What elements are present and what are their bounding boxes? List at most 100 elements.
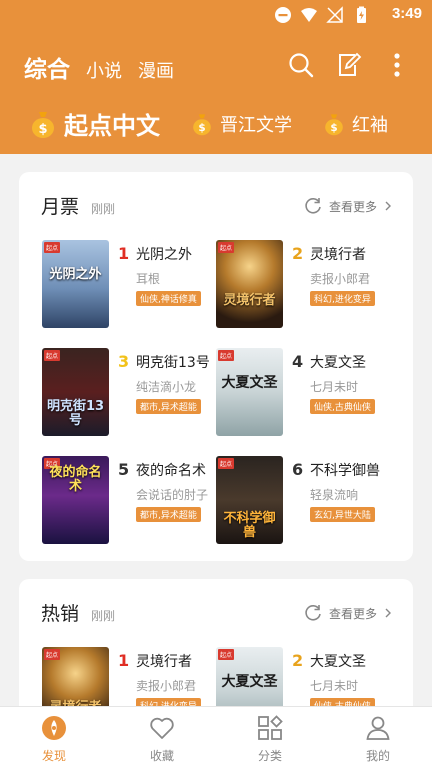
svg-text:$: $ — [330, 122, 337, 134]
cover-badge: 起点 — [218, 242, 235, 253]
source-label: 晋江文学 — [220, 114, 292, 136]
category-tabs: 综合 小说 漫画 — [24, 50, 174, 84]
book-item[interactable]: 起点 大夏文圣 4 大夏文圣 七月未时 仙侠,古典仙侠 — [216, 348, 391, 438]
book-tags: 科幻,进化变异 — [310, 291, 375, 306]
rank-number: 5 — [118, 460, 130, 479]
book-title[interactable]: 大夏文圣 — [310, 352, 366, 372]
book-author: 轻泉流响 — [310, 488, 359, 502]
card-title: 月票 — [41, 196, 80, 218]
book-title[interactable]: 灵境行者 — [310, 244, 366, 264]
status-bar: 3:49 — [0, 0, 432, 30]
bottom-tab-bar: 发现 收藏 分类 我的 — [0, 706, 432, 769]
more-menu-icon[interactable] — [384, 52, 410, 78]
book-author: 七月未时 — [310, 679, 359, 693]
status-icons — [274, 6, 370, 24]
book-title[interactable]: 光阴之外 — [136, 244, 192, 264]
tab-discover[interactable]: 发现 — [0, 707, 108, 769]
cover-badge: 起点 — [44, 649, 61, 660]
book-author: 会说话的肘子 — [136, 488, 209, 502]
cover-title: 明克街13号 — [46, 399, 105, 429]
book-item[interactable]: 起点 不科学御兽 6 不科学御兽 轻泉流响 玄幻,异世大陆 — [216, 456, 391, 546]
tab-novel[interactable]: 小说 — [86, 57, 122, 83]
book-title[interactable]: 灵境行者 — [136, 651, 192, 671]
view-more-button[interactable]: 查看更多 — [303, 603, 393, 623]
book-item[interactable]: 起点 光阴之外 1 光阴之外 耳根 仙侠,神话修真 — [42, 240, 217, 330]
cover-title: 不科学御兽 — [223, 511, 276, 541]
book-tags: 都市,异术超能 — [136, 507, 201, 522]
do-not-disturb-icon — [275, 7, 291, 23]
tab-favorites[interactable]: 收藏 — [108, 707, 216, 769]
cover-title: 夜的命名术 — [49, 465, 102, 495]
money-bag-icon: $ — [193, 113, 211, 135]
no-signal-icon — [326, 6, 343, 23]
rank-number: 1 — [118, 651, 130, 670]
book-tags: 玄幻,异世大陆 — [310, 507, 375, 522]
refresh-icon[interactable] — [303, 603, 323, 623]
wifi-icon — [301, 8, 317, 22]
book-cover[interactable]: 起点 夜的命名术 — [42, 456, 109, 544]
view-more-label: 查看更多 — [328, 199, 377, 214]
tab-all[interactable]: 综合 — [24, 50, 70, 84]
card-header: 热销 刚刚 — [41, 599, 115, 626]
chevron-right-icon — [385, 608, 391, 618]
card-header: 月票 刚刚 — [41, 192, 115, 219]
book-tags: 仙侠,古典仙侠 — [310, 399, 375, 414]
rank-number: 4 — [292, 352, 304, 371]
book-cover[interactable]: 起点 明克街13号 — [42, 348, 109, 436]
book-item[interactable]: 起点 灵境行者 2 灵境行者 卖报小郎君 科幻,进化变异 — [216, 240, 391, 330]
source-label: 起点中文 — [64, 112, 160, 140]
user-icon[interactable] — [365, 715, 391, 741]
discover-icon[interactable] — [41, 715, 67, 741]
book-cover[interactable]: 起点 灵境行者 — [216, 240, 283, 328]
source-label: 红袖 — [352, 114, 388, 136]
rank-number: 2 — [292, 651, 304, 670]
book-title[interactable]: 不科学御兽 — [310, 460, 380, 480]
search-icon[interactable] — [288, 52, 314, 78]
tab-mine[interactable]: 我的 — [324, 707, 432, 769]
book-tags: 都市,异术超能 — [136, 399, 201, 414]
cover-title: 大夏文圣 — [221, 375, 278, 391]
book-item[interactable]: 起点 夜的命名术 5 夜的命名术 会说话的肘子 都市,异术超能 — [42, 456, 217, 546]
card-title: 热销 — [41, 603, 80, 625]
book-author: 耳根 — [136, 272, 161, 286]
cover-badge: 起点 — [44, 350, 61, 361]
refresh-icon[interactable] — [303, 196, 323, 216]
book-item[interactable]: 起点 明克街13号 3 明克街13号 纯洁滴小龙 都市,异术超能 — [42, 348, 217, 438]
battery-charging-icon — [357, 6, 366, 23]
cover-badge: 起点 — [44, 242, 61, 253]
book-cover[interactable]: 起点 大夏文圣 — [216, 348, 283, 436]
tab-label: 我的 — [365, 749, 390, 763]
cover-title: 大夏文圣 — [221, 674, 278, 690]
status-time: 3:49 — [391, 5, 422, 22]
book-title[interactable]: 大夏文圣 — [310, 651, 366, 671]
app-header: 3:49 综合 小说 漫画 $ 起点中文 $ 晋江文学 $ 红袖 — [0, 0, 432, 154]
edit-icon[interactable] — [336, 52, 362, 78]
tab-category[interactable]: 分类 — [216, 707, 324, 769]
cover-badge: 起点 — [218, 649, 235, 660]
view-more-label: 查看更多 — [328, 606, 377, 621]
source-hongxiu[interactable]: $ 红袖 — [322, 111, 388, 137]
book-cover[interactable]: 起点 不科学御兽 — [216, 456, 283, 544]
book-author: 纯洁滴小龙 — [136, 380, 197, 394]
source-tabs: $ 起点中文 $ 晋江文学 $ 红袖 — [28, 106, 418, 141]
rank-number: 1 — [118, 244, 130, 263]
category-grid-icon[interactable] — [257, 715, 283, 741]
money-bag-icon: $ — [325, 113, 343, 135]
book-author: 七月未时 — [310, 380, 359, 394]
ranking-card-monthly: 月票 刚刚 查看更多 起点 光阴之外 1 光阴之外 耳根 仙侠,神话修真 起点 … — [19, 172, 413, 561]
view-more-button[interactable]: 查看更多 — [303, 196, 393, 216]
source-jinjiang[interactable]: $ 晋江文学 — [190, 111, 292, 137]
update-time: 刚刚 — [91, 202, 116, 216]
svg-text:$: $ — [198, 122, 205, 134]
heart-icon[interactable] — [149, 715, 175, 741]
tab-label: 发现 — [41, 749, 66, 763]
book-title[interactable]: 夜的命名术 — [136, 460, 206, 480]
update-time: 刚刚 — [91, 609, 116, 623]
book-tags: 仙侠,神话修真 — [136, 291, 201, 306]
book-cover[interactable]: 起点 光阴之外 — [42, 240, 109, 328]
cover-title: 灵境行者 — [223, 293, 276, 308]
chevron-right-icon — [385, 201, 391, 211]
source-qidian[interactable]: $ 起点中文 — [28, 106, 160, 141]
book-title[interactable]: 明克街13号 — [136, 352, 210, 372]
tab-comic[interactable]: 漫画 — [138, 57, 174, 83]
